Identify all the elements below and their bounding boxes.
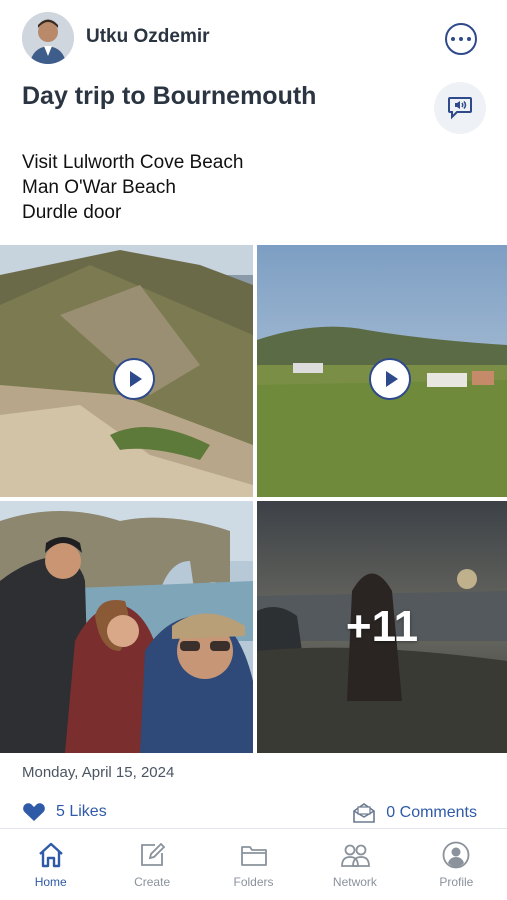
- bottom-tab-bar: Home Create Folders Network Profile: [0, 828, 507, 900]
- media-tile-video-cliff[interactable]: [0, 245, 253, 497]
- more-options-button[interactable]: [445, 23, 477, 55]
- home-icon: [38, 842, 63, 868]
- people-icon: [341, 844, 370, 867]
- media-tile-photo-selfie[interactable]: [0, 501, 253, 753]
- envelope-icon: [353, 803, 376, 823]
- tab-folders[interactable]: Folders: [203, 829, 304, 900]
- media-tile-photo-sunset[interactable]: +11: [257, 501, 507, 753]
- comments-button[interactable]: 0 Comments: [352, 802, 477, 824]
- tab-network[interactable]: Network: [304, 829, 405, 900]
- play-button[interactable]: [369, 358, 411, 400]
- avatar-image: [22, 12, 74, 64]
- likes-count: 5 Likes: [56, 803, 107, 820]
- folder-icon: [240, 846, 267, 866]
- tab-profile[interactable]: Profile: [406, 829, 507, 900]
- description-line: Man O'War Beach: [22, 177, 176, 198]
- comments-count: 0 Comments: [386, 804, 477, 821]
- post-description: Visit Lulworth Cove Beach Man O'War Beac…: [22, 150, 243, 225]
- post-header: Utku Ozdemir: [0, 0, 507, 78]
- author-name[interactable]: Utku Ozdemir: [86, 26, 210, 48]
- more-icon: [451, 37, 455, 41]
- description-line: Durdle door: [22, 202, 122, 223]
- more-media-count: +11: [345, 602, 419, 651]
- tab-label: Profile: [439, 875, 474, 889]
- profile-icon: [442, 841, 470, 869]
- post-title: Day trip to Bournemouth: [22, 82, 317, 110]
- play-button[interactable]: [113, 358, 155, 400]
- play-icon: [386, 371, 398, 387]
- tab-label: Network: [332, 875, 377, 889]
- likes-button[interactable]: 5 Likes: [22, 802, 107, 822]
- tab-label: Folders: [233, 875, 274, 889]
- tab-create[interactable]: Create: [101, 829, 202, 900]
- tab-home[interactable]: Home: [0, 829, 101, 900]
- play-icon: [130, 371, 142, 387]
- speech-bubble-speaker-icon: [448, 97, 472, 120]
- selfie-photo: [0, 501, 253, 753]
- heart-icon: [23, 803, 45, 821]
- description-line: Visit Lulworth Cove Beach: [22, 152, 244, 173]
- avatar[interactable]: [22, 12, 74, 64]
- tab-label: Home: [34, 875, 67, 889]
- edit-icon: [141, 842, 166, 866]
- media-tile-video-field[interactable]: [257, 245, 507, 497]
- post-date: Monday, April 15, 2024: [22, 764, 175, 781]
- tab-label: Create: [134, 875, 171, 889]
- read-aloud-button[interactable]: [434, 82, 486, 134]
- media-grid: +11: [0, 245, 507, 753]
